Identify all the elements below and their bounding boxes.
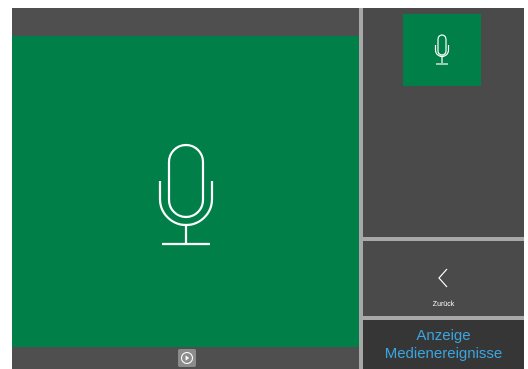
back-label: Zurück xyxy=(432,301,455,308)
back-button[interactable]: Zurück xyxy=(363,241,524,316)
show-media-events-label: Anzeige Medienereignisse xyxy=(384,326,503,362)
microphone-icon xyxy=(158,143,213,245)
media-viewer-screen: Zurück Anzeige Medienereignisse xyxy=(12,8,524,369)
microphone-icon xyxy=(434,34,450,65)
media-thumbnail[interactable] xyxy=(403,14,481,86)
top-bar xyxy=(12,8,359,36)
play-circle-icon xyxy=(181,352,193,364)
thumbnail-strip xyxy=(363,8,524,237)
play-button[interactable] xyxy=(178,349,196,367)
show-media-events-button[interactable]: Anzeige Medienereignisse xyxy=(363,320,524,369)
chevron-left-icon xyxy=(438,268,448,288)
main-media-preview[interactable] xyxy=(12,36,359,347)
